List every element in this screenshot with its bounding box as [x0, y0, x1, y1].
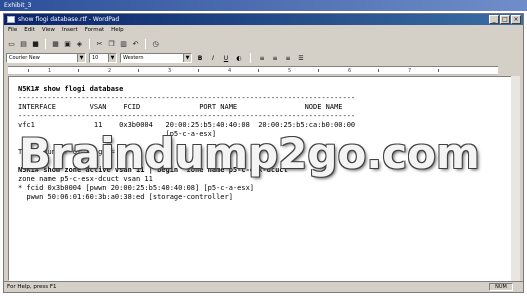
datetime-icon[interactable]: ◷: [150, 38, 161, 49]
wordpad-window: show flogi database.rtf - WordPad _ □ × …: [3, 13, 524, 293]
standard-toolbar: ▭ ▤ ■ ▦ ▣ ◈ ✂ ❐ ▥ ↶ ◷: [6, 37, 161, 50]
size-value: 10: [92, 55, 99, 61]
bullets-icon[interactable]: ☰: [296, 53, 306, 63]
chevron-down-icon: ▼: [108, 54, 116, 62]
ruler-number: 4: [228, 68, 232, 74]
print-icon[interactable]: ▦: [50, 38, 61, 49]
ruler-tick: [28, 69, 29, 72]
document-area[interactable]: N5K1# show flogi database ---------------…: [8, 76, 519, 281]
ruler-number: 5: [288, 68, 292, 74]
menu-file[interactable]: File: [8, 26, 17, 35]
title-bar[interactable]: show flogi database.rtf - WordPad _ □ ×: [4, 14, 523, 25]
ruler-tick: [198, 69, 199, 72]
ruler[interactable]: 1 2 3 4 5 6 7: [8, 66, 498, 75]
doc-line-divider: ----------------------------------------…: [18, 94, 356, 102]
doc-line-header: INTERFACE VSAN FCID PORT NAME NODE NAME: [18, 103, 343, 111]
ruler-number: 1: [48, 68, 52, 74]
find-icon[interactable]: ◈: [74, 38, 85, 49]
num-lock-indicator: NUM: [489, 283, 513, 291]
window-controls: _ □ ×: [489, 15, 521, 24]
status-help: For Help, press F1: [7, 284, 57, 290]
doc-line-zone: pwwn 50:06:01:60:3b:a0:38:ed [storage-co…: [18, 193, 233, 201]
copy-icon[interactable]: ❐: [106, 38, 117, 49]
doc-line-divider: ----------------------------------------…: [18, 112, 356, 120]
menu-bar: File Edit View Insert Format Help: [4, 26, 124, 35]
script-select[interactable]: Western ▼: [120, 53, 192, 63]
ruler-tick: [258, 69, 259, 72]
bold-button[interactable]: B: [195, 53, 205, 63]
window-title: show flogi database.rtf - WordPad: [18, 16, 120, 23]
doc-line-command: N5K1# show flogi database: [18, 85, 124, 93]
ruler-number: 7: [408, 68, 412, 74]
doc-line-zone: * fcid 0x3b0004 [pwwn 20:00:25:b5:40:40:…: [18, 184, 255, 192]
ruler-tick: [378, 69, 379, 72]
exhibit-title-bar: Exhibit_3: [0, 0, 527, 11]
menu-edit[interactable]: Edit: [24, 26, 35, 35]
ruler-number: 6: [348, 68, 352, 74]
wordpad-app-icon: [7, 16, 15, 23]
vertical-scrollbar[interactable]: [511, 76, 520, 281]
align-right-icon[interactable]: ≡: [283, 53, 293, 63]
ruler-tick: [438, 69, 439, 72]
toolbar-separator: [145, 38, 146, 49]
minimize-button[interactable]: _: [489, 15, 499, 24]
save-icon[interactable]: ■: [30, 38, 41, 49]
new-icon[interactable]: ▭: [6, 38, 17, 49]
menu-format[interactable]: Format: [85, 26, 104, 35]
close-button[interactable]: ×: [511, 15, 521, 24]
ruler-tick: [78, 69, 79, 72]
toolbar-separator: [250, 53, 251, 63]
align-center-icon[interactable]: ≡: [270, 53, 280, 63]
menu-insert[interactable]: Insert: [62, 26, 78, 35]
toolbar-separator: [45, 38, 46, 49]
menu-view[interactable]: View: [42, 26, 55, 35]
underline-button[interactable]: U: [221, 53, 231, 63]
color-icon[interactable]: ◐: [234, 53, 244, 63]
ruler-number: 2: [108, 68, 112, 74]
toolbar-separator: [89, 38, 90, 49]
undo-icon[interactable]: ↶: [130, 38, 141, 49]
align-left-icon[interactable]: ≡: [257, 53, 267, 63]
print-preview-icon[interactable]: ▣: [62, 38, 73, 49]
menu-help[interactable]: Help: [111, 26, 124, 35]
open-icon[interactable]: ▤: [18, 38, 29, 49]
script-value: Western: [123, 55, 144, 61]
ruler-tick: [138, 69, 139, 72]
font-value: Courier New: [9, 55, 40, 61]
cut-icon[interactable]: ✂: [94, 38, 105, 49]
format-toolbar: Courier New ▼ 10 ▼ Western ▼ B I U ◐ ≡ ≡…: [6, 52, 306, 64]
chevron-down-icon: ▼: [183, 54, 191, 62]
paste-icon[interactable]: ▥: [118, 38, 129, 49]
ruler-tick: [318, 69, 319, 72]
font-select[interactable]: Courier New ▼: [6, 53, 86, 63]
status-bar: For Help, press F1 NUM: [4, 281, 523, 292]
size-select[interactable]: 10 ▼: [89, 53, 117, 63]
chevron-down-icon: ▼: [77, 54, 85, 62]
maximize-button[interactable]: □: [500, 15, 510, 24]
ruler-number: 3: [168, 68, 172, 74]
italic-button[interactable]: I: [208, 53, 218, 63]
watermark: Braindump2go.com: [19, 129, 480, 178]
